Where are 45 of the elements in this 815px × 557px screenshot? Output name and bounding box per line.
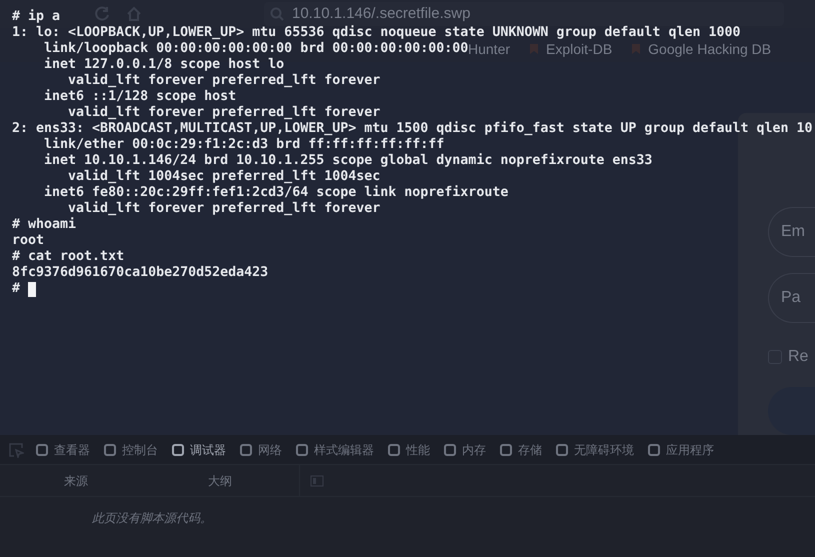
- terminal-line: # cat root.txt: [12, 249, 124, 265]
- terminal-line: link/ether 00:0c:29:f1:2c:d3 brd ff:ff:ff:ff:ff:ff: [43, 137, 444, 153]
- address-text: 10.10.1.146/.secretfile.swp: [292, 4, 470, 24]
- terminal-line: inet6 ::1/128 scope host: [43, 89, 236, 105]
- terminal-line: valid_lft forever preferred_lft forever: [67, 201, 380, 217]
- bookmark-icon: [528, 43, 540, 55]
- terminal-prompt: #: [12, 281, 20, 297]
- devtools-tab[interactable]: 网络: [240, 440, 282, 458]
- terminal-line: 1: lo: <LOOPBACK,UP,LOWER_UP> mtu 65536 qdisc noqueue state UNKNOWN group default qlen 1000: [12, 25, 740, 41]
- terminal-line: inet 127.0.0.1/8 scope host lo: [43, 57, 284, 73]
- search-icon: [270, 7, 284, 21]
- pane-tab[interactable]: 大纲: [208, 472, 232, 490]
- devtools-tab[interactable]: 查看器: [36, 440, 90, 458]
- terminal-line: 8fc9376d961670ca10be270d52eda423: [12, 265, 268, 281]
- terminal-line: valid_lft forever preferred_lft forever: [67, 73, 380, 89]
- terminal-line: link/loopback 00:00:00:00:00:00 brd 00:00:00:00:00:00: [43, 41, 468, 57]
- terminal-line: 2: ens33: <BROADCAST,MULTICAST,UP,LOWER_UP> mtu 1500 qdisc pfifo_fast state UP group default qlen 10: [12, 121, 813, 137]
- devtools-tab[interactable]: 控制台: [104, 440, 158, 458]
- bookmark-link[interactable]: Google Hacking DB: [648, 42, 772, 56]
- input-field[interactable]: Pa: [768, 273, 815, 323]
- devtools-tab[interactable]: 样式编辑器: [296, 440, 374, 458]
- devtools-tab[interactable]: 存储: [500, 440, 542, 458]
- home-icon[interactable]: [126, 6, 142, 22]
- checkbox-label: Re: [788, 347, 808, 367]
- devtools-tab[interactable]: 应用程序: [648, 440, 714, 458]
- devtools-tab[interactable]: 无障碍环境: [556, 440, 634, 458]
- empty-message: 此页没有脚本源代码。: [92, 510, 212, 527]
- devtools-tab[interactable]: 调试器: [172, 440, 226, 458]
- bookmark-link[interactable]: Exploit-DB: [546, 42, 612, 56]
- devtools-tab[interactable]: 内存: [444, 440, 486, 458]
- panel-toggle-icon[interactable]: [310, 474, 324, 486]
- devtools-tab[interactable]: 性能: [388, 440, 430, 458]
- terminal-line: root: [12, 233, 44, 249]
- terminal-line: inet 10.10.1.146/24 brd 10.10.1.255 scope global dynamic noprefixroute ens33: [43, 153, 652, 169]
- pane-tab[interactable]: 来源: [64, 472, 88, 490]
- terminal-line: valid_lft 1004sec preferred_lft 1004sec: [67, 169, 380, 185]
- reload-icon[interactable]: [94, 6, 110, 22]
- input-field[interactable]: Em: [768, 207, 815, 257]
- element-picker-icon[interactable]: [8, 442, 24, 458]
- terminal-line: # whoami: [12, 217, 76, 233]
- terminal-line: inet6 fe80::20c:29ff:fef1:2cd3/64 scope link noprefixroute: [43, 185, 508, 201]
- bookmark-icon: [630, 43, 642, 55]
- bookmark-link[interactable]: Hunter: [468, 42, 510, 56]
- terminal-line: valid_lft forever preferred_lft forever: [67, 105, 380, 121]
- terminal-line: # ip a: [12, 9, 60, 25]
